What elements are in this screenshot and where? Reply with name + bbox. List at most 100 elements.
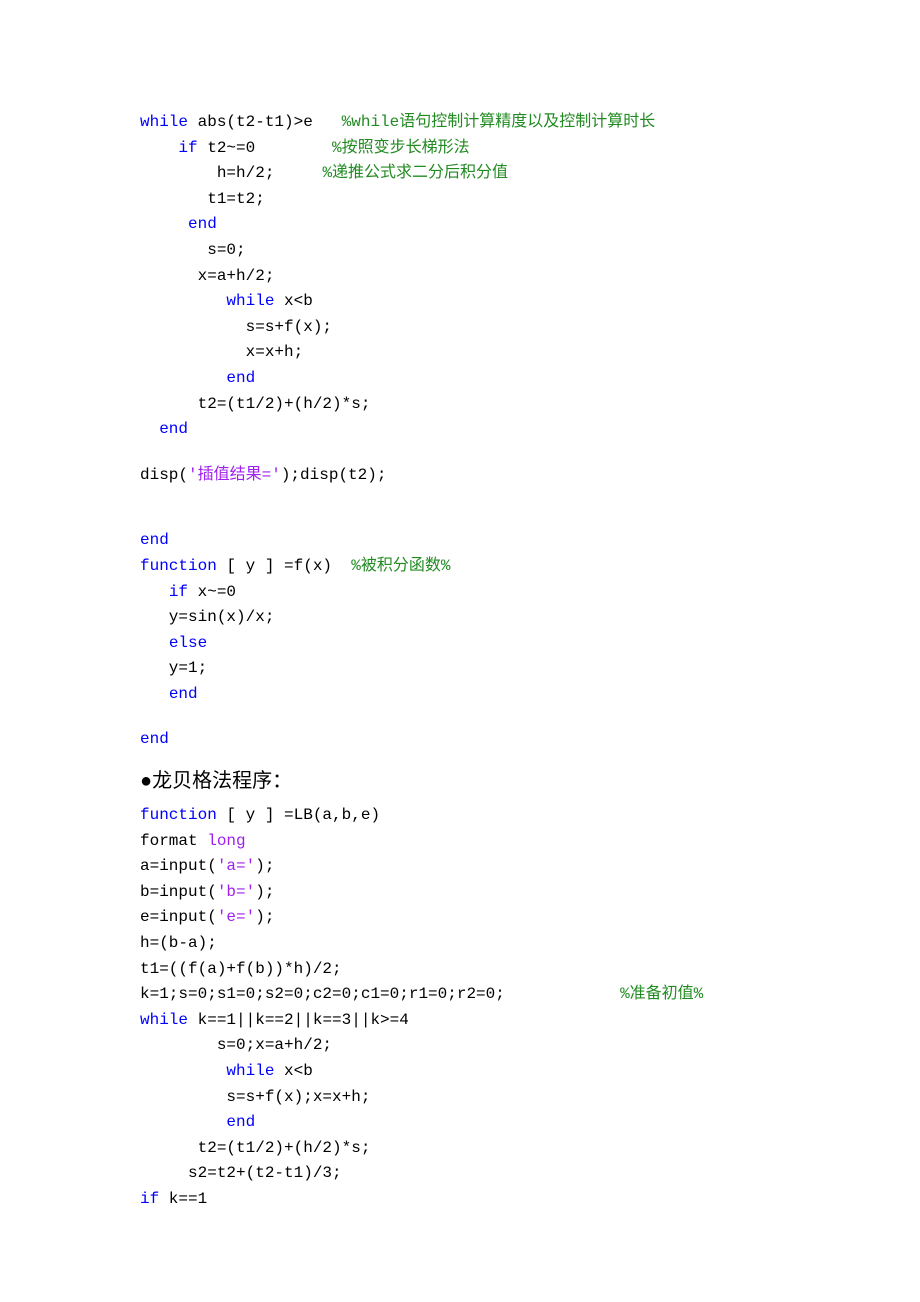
code-token: function xyxy=(140,557,217,575)
code-token: k=1;s=0;s1=0;s2=0;c2=0;c1=0;r1=0;r2=0; xyxy=(140,985,620,1003)
code-line-b2-5: y=1; xyxy=(140,656,780,682)
code-line-b1-12: end xyxy=(140,417,780,443)
code-token: y=1; xyxy=(140,659,207,677)
code-line-b3-5: h=(b-a); xyxy=(140,931,780,957)
code-token: abs(t2-t1)>e xyxy=(188,113,342,131)
code-token: x=a+h/2; xyxy=(140,267,274,285)
blank-line xyxy=(140,707,780,727)
code-line-b3-0: function [ y ] =LB(a,b,e) xyxy=(140,803,780,829)
code-token: s=s+f(x);x=x+h; xyxy=(140,1088,370,1106)
code-line-b3-6: t1=((f(a)+f(b))*h)/2; xyxy=(140,957,780,983)
code-token: %递推公式求二分后积分值 xyxy=(322,164,508,182)
code-token: s=0; xyxy=(140,241,246,259)
code-token: [ y ] =f(x) xyxy=(217,557,351,575)
code-token: end xyxy=(226,1113,255,1131)
code-line-b1-1: if t2~=0 %按照变步长梯形法 xyxy=(140,136,780,162)
code-line-b1-9: x=x+h; xyxy=(140,340,780,366)
code-token xyxy=(140,1113,226,1131)
code-token: while xyxy=(226,292,274,310)
code-token: k==1||k==2||k==3||k>=4 xyxy=(188,1011,409,1029)
blank-line xyxy=(140,488,780,508)
code-token: 'b=' xyxy=(217,883,255,901)
code-line-b3-13: t2=(t1/2)+(h/2)*s; xyxy=(140,1136,780,1162)
code-line-b3-2: a=input('a='); xyxy=(140,854,780,880)
code-token xyxy=(140,292,226,310)
code-token: [ y ] =LB(a,b,e) xyxy=(217,806,380,824)
code-line-b2-2: if x~=0 xyxy=(140,580,780,606)
code-token: e=input( xyxy=(140,908,217,926)
code-token: s=s+f(x); xyxy=(140,318,332,336)
code-line-b2-6: end xyxy=(140,682,780,708)
code-line-b3-11: s=s+f(x);x=x+h; xyxy=(140,1085,780,1111)
section-heading: ●龙贝格法程序： xyxy=(140,765,780,797)
code-token: h=h/2; xyxy=(140,164,322,182)
code-token: k==1 xyxy=(159,1190,207,1208)
code-line-b1-5: s=0; xyxy=(140,238,780,264)
code-token: else xyxy=(169,634,207,652)
code-token: while xyxy=(140,1011,188,1029)
code-line-disp: disp('插值结果=');disp(t2); xyxy=(140,463,780,489)
code-line-b1-10: end xyxy=(140,366,780,392)
code-line-b3-1: format long xyxy=(140,829,780,855)
code-token: end xyxy=(159,420,188,438)
code-token: ); xyxy=(255,908,274,926)
code-token: y=sin(x)/x; xyxy=(140,608,274,626)
code-line-b3-14: s2=t2+(t2-t1)/3; xyxy=(140,1161,780,1187)
code-line-end: end xyxy=(140,727,780,753)
code-token: end xyxy=(226,369,255,387)
code-line-b3-15: if k==1 xyxy=(140,1187,780,1213)
code-token: t2~=0 xyxy=(198,139,332,157)
code-token: t2=(t1/2)+(h/2)*s; xyxy=(140,1139,370,1157)
code-line-b1-3: t1=t2; xyxy=(140,187,780,213)
code-token: if xyxy=(169,583,188,601)
code-token: function xyxy=(140,806,217,824)
code-line-b1-2: h=h/2; %递推公式求二分后积分值 xyxy=(140,161,780,187)
code-token: if xyxy=(178,139,197,157)
code-token: end xyxy=(169,685,198,703)
blank-line xyxy=(140,508,780,528)
code-token: disp( xyxy=(140,466,188,484)
code-token: while xyxy=(140,113,188,131)
code-line-b1-11: t2=(t1/2)+(h/2)*s; xyxy=(140,392,780,418)
code-token: x<b xyxy=(274,292,312,310)
code-token: end xyxy=(140,730,169,748)
code-token: format xyxy=(140,832,207,850)
code-line-b3-9: s=0;x=a+h/2; xyxy=(140,1033,780,1059)
code-token: 'a=' xyxy=(217,857,255,875)
code-token xyxy=(140,215,188,233)
code-line-b1-7: while x<b xyxy=(140,289,780,315)
code-token xyxy=(140,583,169,601)
code-token: %按照变步长梯形法 xyxy=(332,139,470,157)
code-token: t1=((f(a)+f(b))*h)/2; xyxy=(140,960,342,978)
code-line-b2-1: function [ y ] =f(x) %被积分函数% xyxy=(140,554,780,580)
code-token: t2=(t1/2)+(h/2)*s; xyxy=(140,395,370,413)
code-token: b=input( xyxy=(140,883,217,901)
code-token: 'e=' xyxy=(217,908,255,926)
code-token xyxy=(140,420,159,438)
code-line-b1-0: while abs(t2-t1)>e %while语句控制计算精度以及控制计算时… xyxy=(140,110,780,136)
code-token: %while语句控制计算精度以及控制计算时长 xyxy=(342,113,656,131)
code-line-b2-3: y=sin(x)/x; xyxy=(140,605,780,631)
code-token: t1=t2; xyxy=(140,190,265,208)
code-line-b3-4: e=input('e='); xyxy=(140,905,780,931)
code-line-b3-7: k=1;s=0;s1=0;s2=0;c2=0;c1=0;r1=0;r2=0; %… xyxy=(140,982,780,1008)
code-token: if xyxy=(140,1190,159,1208)
code-token: x=x+h; xyxy=(140,343,303,361)
code-line-b3-12: end xyxy=(140,1110,780,1136)
code-token: end xyxy=(140,531,169,549)
code-token: h=(b-a); xyxy=(140,934,217,952)
code-token: a=input( xyxy=(140,857,217,875)
code-line-b3-3: b=input('b='); xyxy=(140,880,780,906)
code-line-b1-6: x=a+h/2; xyxy=(140,264,780,290)
blank-line xyxy=(140,443,780,463)
code-token: long xyxy=(207,832,245,850)
code-token: '插值结果=' xyxy=(188,466,281,484)
code-token xyxy=(140,685,169,703)
code-token: %被积分函数% xyxy=(351,557,450,575)
code-line-b1-8: s=s+f(x); xyxy=(140,315,780,341)
code-token xyxy=(140,369,226,387)
code-line-b2-0: end xyxy=(140,528,780,554)
code-token: s=0;x=a+h/2; xyxy=(140,1036,332,1054)
code-line-b2-4: else xyxy=(140,631,780,657)
code-token: x~=0 xyxy=(188,583,236,601)
